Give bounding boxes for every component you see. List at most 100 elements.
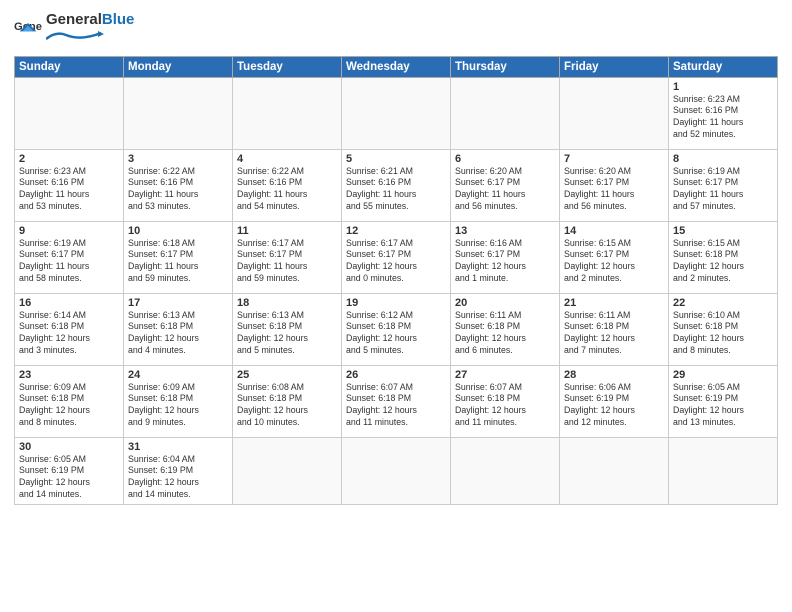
day-info: Sunrise: 6:09 AM Sunset: 6:18 PM Dayligh… <box>128 382 228 430</box>
day-number: 10 <box>128 225 228 237</box>
calendar-day-cell: 19Sunrise: 6:12 AM Sunset: 6:18 PM Dayli… <box>342 293 451 365</box>
calendar-day-cell: 14Sunrise: 6:15 AM Sunset: 6:17 PM Dayli… <box>560 221 669 293</box>
calendar-day-cell: 25Sunrise: 6:08 AM Sunset: 6:18 PM Dayli… <box>233 365 342 437</box>
day-number: 17 <box>128 297 228 309</box>
logo: General GeneralBlue <box>14 12 134 48</box>
calendar-day-cell: 18Sunrise: 6:13 AM Sunset: 6:18 PM Dayli… <box>233 293 342 365</box>
day-info: Sunrise: 6:11 AM Sunset: 6:18 PM Dayligh… <box>455 310 555 358</box>
day-number: 13 <box>455 225 555 237</box>
calendar-day-cell: 4Sunrise: 6:22 AM Sunset: 6:16 PM Daylig… <box>233 149 342 221</box>
day-info: Sunrise: 6:05 AM Sunset: 6:19 PM Dayligh… <box>673 382 773 430</box>
day-info: Sunrise: 6:08 AM Sunset: 6:18 PM Dayligh… <box>237 382 337 430</box>
calendar-day-cell <box>233 77 342 149</box>
calendar-day-cell: 13Sunrise: 6:16 AM Sunset: 6:17 PM Dayli… <box>451 221 560 293</box>
day-number: 6 <box>455 153 555 165</box>
day-number: 5 <box>346 153 446 165</box>
day-info: Sunrise: 6:07 AM Sunset: 6:18 PM Dayligh… <box>455 382 555 430</box>
day-info: Sunrise: 6:14 AM Sunset: 6:18 PM Dayligh… <box>19 310 119 358</box>
weekday-header-saturday: Saturday <box>669 56 778 77</box>
calendar-day-cell: 28Sunrise: 6:06 AM Sunset: 6:19 PM Dayli… <box>560 365 669 437</box>
day-number: 12 <box>346 225 446 237</box>
calendar-day-cell: 10Sunrise: 6:18 AM Sunset: 6:17 PM Dayli… <box>124 221 233 293</box>
day-info: Sunrise: 6:21 AM Sunset: 6:16 PM Dayligh… <box>346 166 446 214</box>
calendar-day-cell <box>451 77 560 149</box>
weekday-header-friday: Friday <box>560 56 669 77</box>
calendar-day-cell: 20Sunrise: 6:11 AM Sunset: 6:18 PM Dayli… <box>451 293 560 365</box>
calendar-day-cell: 29Sunrise: 6:05 AM Sunset: 6:19 PM Dayli… <box>669 365 778 437</box>
day-number: 21 <box>564 297 664 309</box>
day-number: 28 <box>564 369 664 381</box>
calendar-day-cell <box>124 77 233 149</box>
day-number: 19 <box>346 297 446 309</box>
day-info: Sunrise: 6:23 AM Sunset: 6:16 PM Dayligh… <box>673 94 773 142</box>
day-number: 4 <box>237 153 337 165</box>
header: General GeneralBlue <box>14 12 778 48</box>
logo-swoosh <box>46 29 106 43</box>
calendar-day-cell: 22Sunrise: 6:10 AM Sunset: 6:18 PM Dayli… <box>669 293 778 365</box>
day-number: 1 <box>673 81 773 93</box>
day-info: Sunrise: 6:16 AM Sunset: 6:17 PM Dayligh… <box>455 238 555 286</box>
day-info: Sunrise: 6:13 AM Sunset: 6:18 PM Dayligh… <box>237 310 337 358</box>
day-number: 30 <box>19 441 119 453</box>
day-info: Sunrise: 6:07 AM Sunset: 6:18 PM Dayligh… <box>346 382 446 430</box>
day-number: 25 <box>237 369 337 381</box>
calendar-day-cell: 16Sunrise: 6:14 AM Sunset: 6:18 PM Dayli… <box>15 293 124 365</box>
day-number: 18 <box>237 297 337 309</box>
day-info: Sunrise: 6:18 AM Sunset: 6:17 PM Dayligh… <box>128 238 228 286</box>
weekday-header-monday: Monday <box>124 56 233 77</box>
calendar-day-cell: 5Sunrise: 6:21 AM Sunset: 6:16 PM Daylig… <box>342 149 451 221</box>
day-number: 20 <box>455 297 555 309</box>
day-info: Sunrise: 6:17 AM Sunset: 6:17 PM Dayligh… <box>346 238 446 286</box>
calendar-week-1: 1Sunrise: 6:23 AM Sunset: 6:16 PM Daylig… <box>15 77 778 149</box>
day-info: Sunrise: 6:13 AM Sunset: 6:18 PM Dayligh… <box>128 310 228 358</box>
day-number: 26 <box>346 369 446 381</box>
calendar: SundayMondayTuesdayWednesdayThursdayFrid… <box>14 56 778 506</box>
day-info: Sunrise: 6:20 AM Sunset: 6:17 PM Dayligh… <box>564 166 664 214</box>
weekday-header-wednesday: Wednesday <box>342 56 451 77</box>
calendar-day-cell <box>560 437 669 505</box>
calendar-week-6: 30Sunrise: 6:05 AM Sunset: 6:19 PM Dayli… <box>15 437 778 505</box>
logo-general: General <box>46 11 102 28</box>
calendar-day-cell <box>342 437 451 505</box>
calendar-day-cell: 17Sunrise: 6:13 AM Sunset: 6:18 PM Dayli… <box>124 293 233 365</box>
day-number: 31 <box>128 441 228 453</box>
day-info: Sunrise: 6:12 AM Sunset: 6:18 PM Dayligh… <box>346 310 446 358</box>
day-number: 29 <box>673 369 773 381</box>
day-number: 14 <box>564 225 664 237</box>
day-number: 16 <box>19 297 119 309</box>
calendar-day-cell <box>560 77 669 149</box>
logo-icon: General <box>14 16 42 44</box>
calendar-day-cell: 7Sunrise: 6:20 AM Sunset: 6:17 PM Daylig… <box>560 149 669 221</box>
day-info: Sunrise: 6:15 AM Sunset: 6:18 PM Dayligh… <box>673 238 773 286</box>
calendar-day-cell: 12Sunrise: 6:17 AM Sunset: 6:17 PM Dayli… <box>342 221 451 293</box>
calendar-day-cell: 31Sunrise: 6:04 AM Sunset: 6:19 PM Dayli… <box>124 437 233 505</box>
calendar-day-cell <box>342 77 451 149</box>
weekday-header-sunday: Sunday <box>15 56 124 77</box>
calendar-day-cell <box>233 437 342 505</box>
day-info: Sunrise: 6:22 AM Sunset: 6:16 PM Dayligh… <box>237 166 337 214</box>
calendar-week-2: 2Sunrise: 6:23 AM Sunset: 6:16 PM Daylig… <box>15 149 778 221</box>
day-info: Sunrise: 6:23 AM Sunset: 6:16 PM Dayligh… <box>19 166 119 214</box>
day-info: Sunrise: 6:05 AM Sunset: 6:19 PM Dayligh… <box>19 454 119 502</box>
day-info: Sunrise: 6:09 AM Sunset: 6:18 PM Dayligh… <box>19 382 119 430</box>
day-number: 7 <box>564 153 664 165</box>
day-info: Sunrise: 6:20 AM Sunset: 6:17 PM Dayligh… <box>455 166 555 214</box>
calendar-day-cell: 24Sunrise: 6:09 AM Sunset: 6:18 PM Dayli… <box>124 365 233 437</box>
calendar-day-cell: 2Sunrise: 6:23 AM Sunset: 6:16 PM Daylig… <box>15 149 124 221</box>
calendar-day-cell <box>669 437 778 505</box>
calendar-day-cell: 21Sunrise: 6:11 AM Sunset: 6:18 PM Dayli… <box>560 293 669 365</box>
day-number: 22 <box>673 297 773 309</box>
day-number: 9 <box>19 225 119 237</box>
calendar-week-3: 9Sunrise: 6:19 AM Sunset: 6:17 PM Daylig… <box>15 221 778 293</box>
day-info: Sunrise: 6:15 AM Sunset: 6:17 PM Dayligh… <box>564 238 664 286</box>
logo-blue: Blue <box>102 11 135 28</box>
calendar-day-cell <box>15 77 124 149</box>
calendar-day-cell: 3Sunrise: 6:22 AM Sunset: 6:16 PM Daylig… <box>124 149 233 221</box>
calendar-day-cell: 30Sunrise: 6:05 AM Sunset: 6:19 PM Dayli… <box>15 437 124 505</box>
day-number: 3 <box>128 153 228 165</box>
calendar-day-cell: 27Sunrise: 6:07 AM Sunset: 6:18 PM Dayli… <box>451 365 560 437</box>
calendar-day-cell: 26Sunrise: 6:07 AM Sunset: 6:18 PM Dayli… <box>342 365 451 437</box>
day-info: Sunrise: 6:10 AM Sunset: 6:18 PM Dayligh… <box>673 310 773 358</box>
day-info: Sunrise: 6:11 AM Sunset: 6:18 PM Dayligh… <box>564 310 664 358</box>
calendar-day-cell: 11Sunrise: 6:17 AM Sunset: 6:17 PM Dayli… <box>233 221 342 293</box>
